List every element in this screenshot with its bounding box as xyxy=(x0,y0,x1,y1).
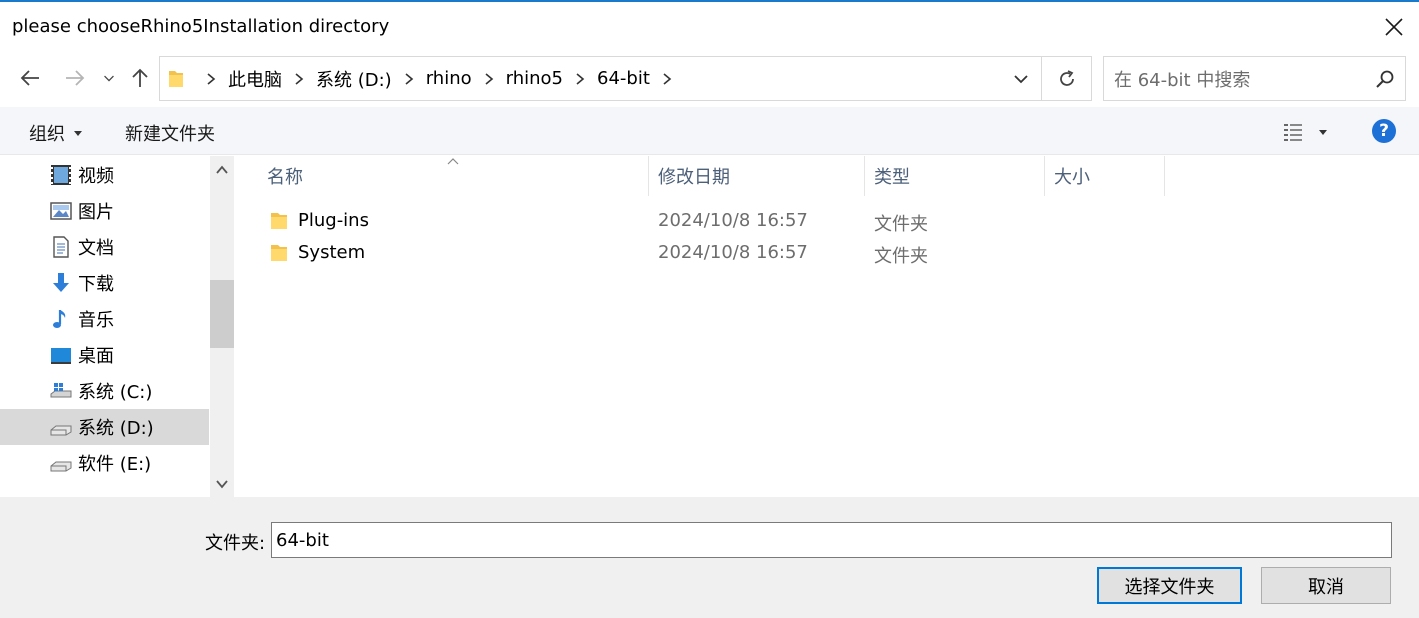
column-date-label: 修改日期 xyxy=(658,167,730,188)
caret-down-icon xyxy=(74,131,82,136)
table-row[interactable]: Plug-ins 2024/10/8 16:57 文件夹 xyxy=(238,206,1419,236)
breadcrumb-rhino5[interactable]: rhino5 xyxy=(506,68,563,89)
file-name: Plug-ins xyxy=(298,210,369,231)
details-view-icon xyxy=(1284,124,1302,141)
chevron-right-icon xyxy=(660,72,674,86)
nav-item-videos[interactable]: 视频 xyxy=(0,157,209,193)
chevron-right-icon xyxy=(482,72,496,86)
search-placeholder: 在 64-bit 中搜索 xyxy=(1114,69,1251,91)
nav-item-drive-e[interactable]: 软件 (E:) xyxy=(0,445,209,481)
title-bar: please chooseRhino5Installation director… xyxy=(0,4,1419,50)
music-icon xyxy=(53,310,66,328)
chevron-up-icon[interactable] xyxy=(216,164,228,176)
table-row[interactable]: System 2024/10/8 16:57 文件夹 xyxy=(238,238,1419,268)
nav-item-label: 下载 xyxy=(78,274,114,295)
document-icon xyxy=(53,236,69,258)
chevron-down-icon[interactable] xyxy=(1011,69,1031,89)
folder-picker-dialog: please chooseRhino5Installation director… xyxy=(0,0,1419,618)
address-bar[interactable]: 此电脑 系统 (D:) rhino rhino5 64-bit xyxy=(159,56,1042,101)
nav-item-label: 系统 (C:) xyxy=(78,382,153,403)
nav-item-label: 桌面 xyxy=(78,346,114,367)
column-header-size[interactable]: 大小 xyxy=(1045,156,1165,196)
picture-icon xyxy=(50,202,72,220)
column-type-label: 类型 xyxy=(874,167,910,188)
chevron-right-icon xyxy=(292,72,306,86)
nav-item-drive-d[interactable]: 系统 (D:) xyxy=(0,409,209,445)
breadcrumb-rhino[interactable]: rhino xyxy=(426,68,472,89)
chevron-down-icon[interactable] xyxy=(216,478,228,490)
nav-item-label: 音乐 xyxy=(78,310,114,331)
breadcrumb-drive-d[interactable]: 系统 (D:) xyxy=(316,66,392,92)
caret-down-icon xyxy=(1319,130,1327,135)
nav-scrollbar[interactable] xyxy=(210,156,234,497)
nav-item-label: 视频 xyxy=(78,166,114,187)
cancel-button[interactable]: 取消 xyxy=(1261,567,1391,604)
desktop-icon xyxy=(51,348,71,364)
close-icon xyxy=(1385,18,1403,36)
arrow-up-icon xyxy=(132,68,148,87)
folder-icon xyxy=(271,213,287,229)
file-date: 2024/10/8 16:57 xyxy=(658,242,808,263)
column-header-date[interactable]: 修改日期 xyxy=(649,156,865,196)
new-folder-button[interactable]: 新建文件夹 xyxy=(125,120,215,146)
folder-icon xyxy=(169,70,183,87)
arrow-left-icon xyxy=(20,70,39,86)
search-input[interactable]: 在 64-bit 中搜索 xyxy=(1103,56,1406,101)
windows-drive-icon xyxy=(50,383,72,398)
chevron-right-icon xyxy=(573,72,587,86)
organize-label: 组织 xyxy=(29,124,65,145)
view-options-button[interactable] xyxy=(1282,119,1332,145)
organize-menu-button[interactable]: 组织 xyxy=(29,120,83,146)
dialog-footer: 文件夹: 选择文件夹 取消 xyxy=(0,497,1419,618)
close-button[interactable] xyxy=(1381,14,1407,40)
file-type: 文件夹 xyxy=(874,214,928,235)
select-folder-button[interactable]: 选择文件夹 xyxy=(1097,567,1242,604)
recent-locations-button[interactable] xyxy=(95,62,123,94)
column-size-label: 大小 xyxy=(1054,167,1090,188)
file-list: 名称 修改日期 类型 大小 Plug-ins 2024/10/8 16:57 文… xyxy=(238,156,1419,497)
drive-icon xyxy=(50,461,72,472)
nav-item-music[interactable]: 音乐 xyxy=(0,301,209,337)
nav-item-label: 系统 (D:) xyxy=(78,418,154,439)
navigation-pane: 视频 图片 文档 下载 音乐 桌面 系统 (C:) 系统 (D:) 软件 (E:… xyxy=(0,156,236,497)
breadcrumb-this-pc[interactable]: 此电脑 xyxy=(228,66,282,92)
arrow-right-icon xyxy=(66,70,85,86)
file-date: 2024/10/8 16:57 xyxy=(658,210,808,231)
nav-item-pictures[interactable]: 图片 xyxy=(0,193,209,229)
chevron-right-icon xyxy=(204,72,218,86)
folder-field-label: 文件夹: xyxy=(205,533,266,554)
column-header-type[interactable]: 类型 xyxy=(865,156,1045,196)
refresh-icon xyxy=(1059,69,1074,86)
file-name: System xyxy=(298,242,366,263)
command-bar: 组织 新建文件夹 ? xyxy=(0,107,1419,155)
nav-item-label: 文档 xyxy=(78,238,114,259)
nav-item-downloads[interactable]: 下载 xyxy=(0,265,209,301)
drive-icon xyxy=(50,425,72,436)
chevron-down-icon xyxy=(104,75,114,82)
folder-name-input[interactable] xyxy=(271,522,1392,558)
video-icon xyxy=(51,165,71,185)
up-button[interactable] xyxy=(125,62,155,94)
column-name-label: 名称 xyxy=(267,167,303,188)
nav-item-label: 软件 (E:) xyxy=(78,454,152,475)
nav-item-desktop[interactable]: 桌面 xyxy=(0,337,209,373)
window-title: please chooseRhino5Installation director… xyxy=(12,16,390,37)
back-button[interactable] xyxy=(15,62,45,94)
nav-item-drive-c[interactable]: 系统 (C:) xyxy=(0,373,209,409)
folder-icon xyxy=(271,245,287,261)
breadcrumb-64-bit[interactable]: 64-bit xyxy=(597,68,650,89)
nav-item-label: 图片 xyxy=(78,202,114,223)
refresh-button[interactable] xyxy=(1042,56,1092,101)
forward-button[interactable] xyxy=(60,62,90,94)
download-icon xyxy=(53,273,69,292)
nav-item-documents[interactable]: 文档 xyxy=(0,229,209,265)
breadcrumb: 此电脑 系统 (D:) rhino rhino5 64-bit xyxy=(194,66,684,92)
file-type: 文件夹 xyxy=(874,246,928,267)
help-button[interactable]: ? xyxy=(1372,119,1396,143)
column-header-name[interactable]: 名称 xyxy=(238,156,649,196)
chevron-right-icon xyxy=(402,72,416,86)
scrollbar-thumb[interactable] xyxy=(210,280,234,348)
search-icon xyxy=(1376,70,1394,88)
